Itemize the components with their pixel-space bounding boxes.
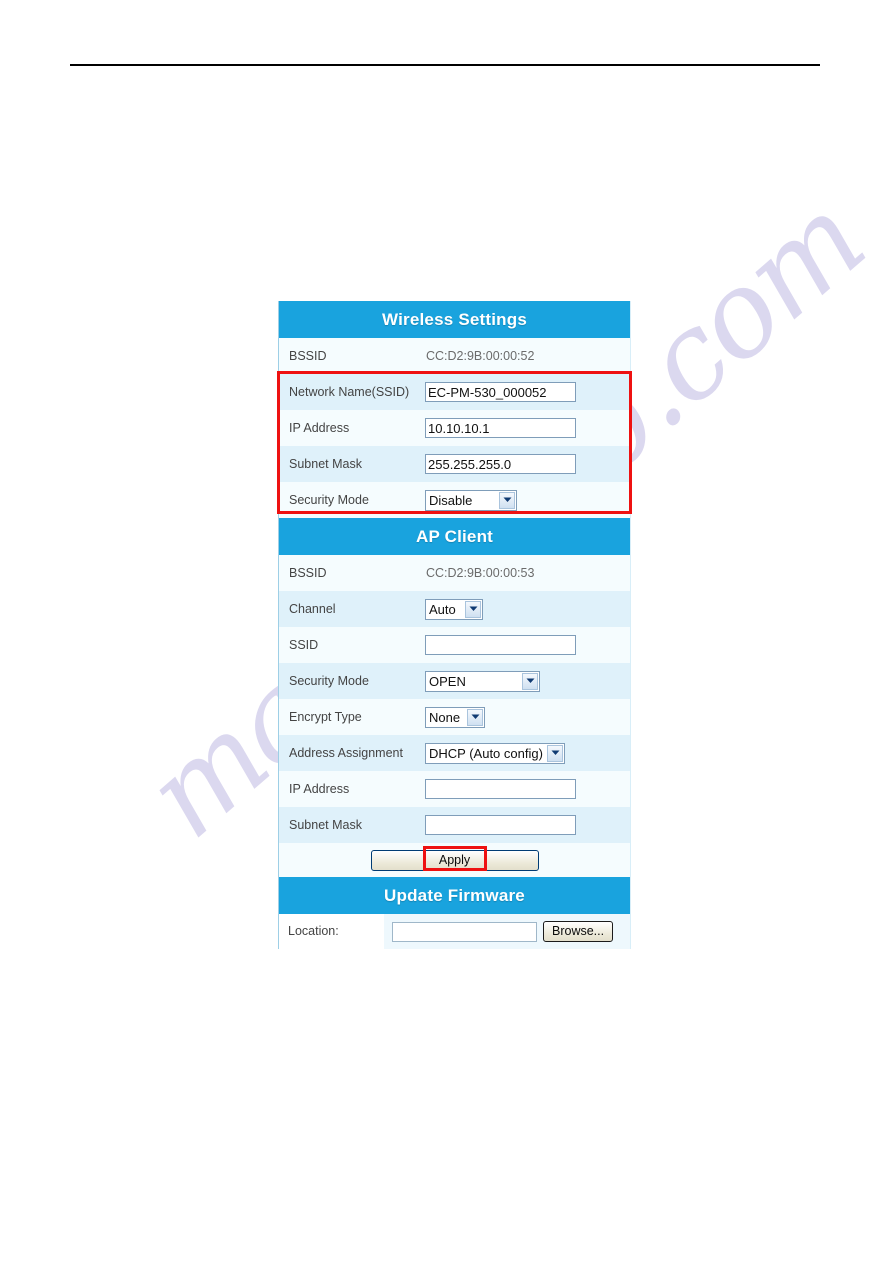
ap-client-security-mode-select[interactable]: OPEN: [425, 670, 540, 692]
ap-client-bssid-value: CC:D2:9B:00:00:53: [426, 566, 535, 580]
select-value: Disable: [429, 492, 473, 508]
wireless-security-mode-select[interactable]: Disable: [425, 489, 517, 511]
row-label: Encrypt Type: [289, 710, 362, 724]
table-row: Address Assignment DHCP (Auto config): [279, 735, 630, 771]
row-value: OPEN: [422, 670, 630, 692]
table-row: BSSID CC:D2:9B:00:00:53: [279, 555, 630, 591]
row-label: BSSID: [289, 349, 327, 363]
ap-client-ip-address-input[interactable]: [425, 779, 576, 799]
row-label: BSSID: [289, 566, 327, 580]
chevron-down-icon: [467, 708, 483, 726]
row-label: SSID: [289, 638, 319, 652]
wireless-settings-title: Wireless Settings: [279, 301, 630, 338]
ap-client-ssid-input[interactable]: [425, 635, 576, 655]
row-value: Auto: [422, 598, 630, 620]
row-value: [422, 815, 630, 835]
row-value: [422, 418, 630, 438]
select-value: None: [429, 709, 461, 725]
row-value: [422, 454, 630, 474]
ap-client-encrypt-type-select[interactable]: None: [425, 706, 485, 728]
ap-client-title: AP Client: [279, 518, 630, 555]
row-label: Security Mode: [289, 493, 369, 507]
row-label: Subnet Mask: [289, 818, 362, 832]
chevron-down-icon: [547, 744, 563, 762]
location-label: Location:: [279, 914, 384, 949]
select-value: DHCP (Auto config): [429, 745, 543, 761]
ap-client-subnet-mask-input[interactable]: [425, 815, 576, 835]
wireless-subnet-mask-input[interactable]: [425, 454, 576, 474]
row-value: None: [422, 706, 630, 728]
table-row: Security Mode OPEN: [279, 663, 630, 699]
row-value: [422, 779, 630, 799]
row-label: IP Address: [289, 421, 350, 435]
select-value: Auto: [429, 601, 456, 617]
page-header-rule: [70, 64, 820, 66]
network-name-ssid-input[interactable]: [425, 382, 576, 402]
table-row: IP Address: [279, 771, 630, 807]
row-label: Channel: [289, 602, 336, 616]
table-row: Subnet Mask: [279, 446, 630, 482]
chevron-down-icon: [465, 600, 481, 618]
table-row: SSID: [279, 627, 630, 663]
row-value: [422, 382, 630, 402]
table-row: Channel Auto: [279, 591, 630, 627]
row-label: Subnet Mask: [289, 457, 362, 471]
ap-client-address-assignment-select[interactable]: DHCP (Auto config): [425, 742, 565, 764]
chevron-down-icon: [499, 491, 515, 509]
select-value: OPEN: [429, 673, 466, 689]
router-config-panel: Wireless Settings BSSID CC:D2:9B:00:00:5…: [278, 301, 631, 949]
apply-button-row: Apply: [279, 843, 630, 877]
table-row: Subnet Mask: [279, 807, 630, 843]
browse-button[interactable]: Browse...: [543, 921, 614, 942]
row-value: DHCP (Auto config): [422, 742, 630, 764]
chevron-down-icon: [522, 672, 538, 690]
row-value: [422, 635, 630, 655]
row-label: IP Address: [289, 782, 350, 796]
wireless-bssid-value: CC:D2:9B:00:00:52: [426, 349, 535, 363]
table-row: IP Address: [279, 410, 630, 446]
ap-client-channel-select[interactable]: Auto: [425, 598, 483, 620]
row-label: Address Assignment: [289, 746, 403, 760]
row-label: Security Mode: [289, 674, 369, 688]
firmware-location-input[interactable]: [392, 921, 537, 942]
firmware-location-row: Location: Browse...: [279, 914, 630, 949]
table-row: Network Name(SSID): [279, 374, 630, 410]
table-row: Security Mode Disable: [279, 482, 630, 518]
row-label: Network Name(SSID): [289, 385, 410, 399]
update-firmware-title: Update Firmware: [279, 877, 630, 914]
wireless-ip-address-input[interactable]: [425, 418, 576, 438]
apply-button[interactable]: Apply: [370, 849, 539, 871]
row-value: Disable: [422, 489, 630, 511]
table-row: Encrypt Type None: [279, 699, 630, 735]
table-row: BSSID CC:D2:9B:00:00:52: [279, 338, 630, 374]
